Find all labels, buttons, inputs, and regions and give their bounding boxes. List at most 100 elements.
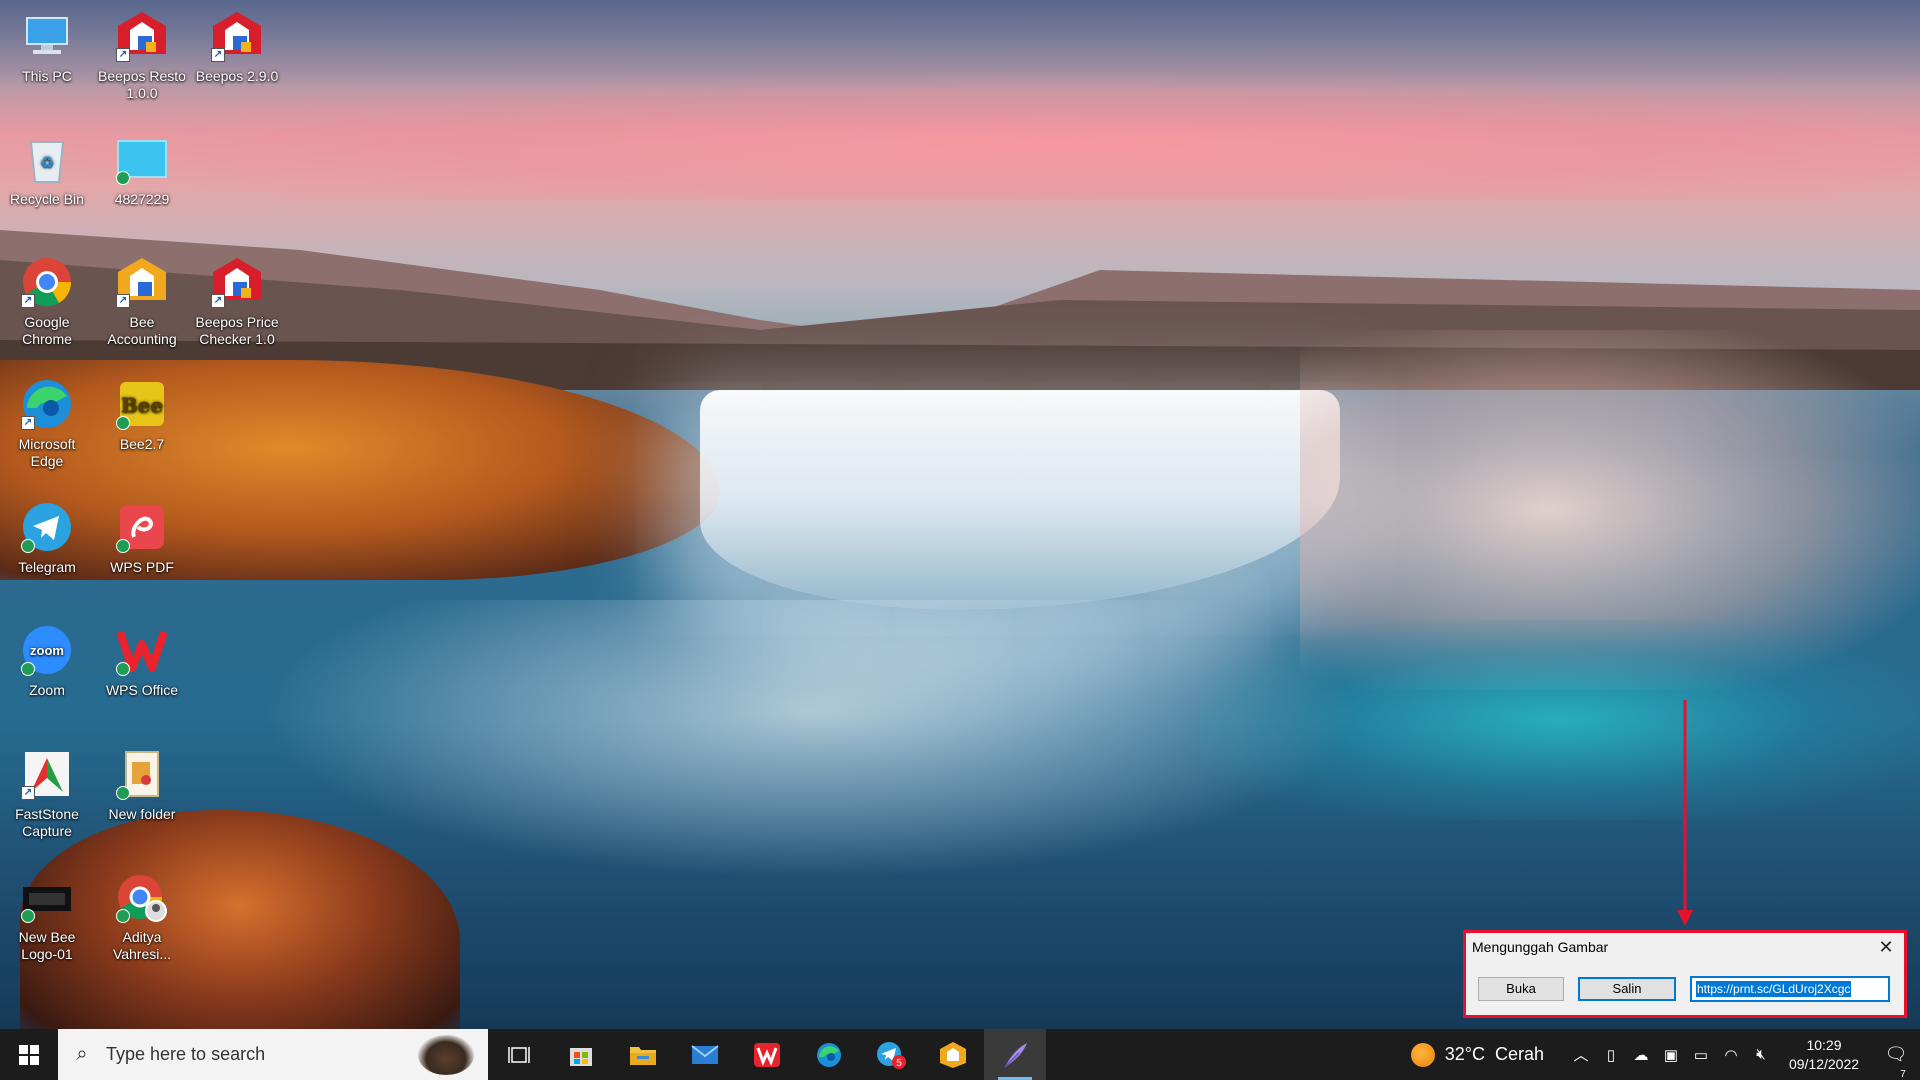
- security-icon[interactable]: ▣: [1656, 1046, 1686, 1064]
- desktop-icon-new-folder[interactable]: New folder: [97, 740, 187, 823]
- desktop-icon-beepos-resto[interactable]: ↗ Beepos Resto 1.0.0: [97, 2, 187, 102]
- desktop-icon-label: Beepos 2.9.0: [195, 68, 279, 84]
- desktop-icon-label: New folder: [108, 806, 176, 822]
- cloud-icon[interactable]: ☁: [1626, 1046, 1656, 1064]
- desktop-icon-beepos[interactable]: ↗ Beepos 2.9.0: [192, 2, 282, 85]
- desktop-icon-4827229[interactable]: 4827229: [97, 125, 187, 208]
- start-button[interactable]: [0, 1029, 58, 1080]
- desktop-icon-label: Zoom: [29, 682, 65, 698]
- desktop-icon-bee27[interactable]: Bee Bee2.7: [97, 370, 187, 453]
- weather-widget[interactable]: 32°C Cerah: [1410, 1042, 1544, 1067]
- url-field[interactable]: https://prnt.sc/GLdUroj2Xcgc: [1690, 976, 1890, 1002]
- weather-temperature: 32°C: [1444, 1044, 1485, 1064]
- desktop-icon-label: Beepos Resto 1.0.0: [98, 68, 186, 101]
- task-view-icon: [508, 1046, 530, 1063]
- svg-text:♻: ♻: [40, 153, 54, 172]
- desktop-icon-recycle-bin[interactable]: ♻ Recycle Bin: [2, 125, 92, 208]
- shortcut-arrow-icon: ↗: [116, 294, 130, 308]
- desktop-icon-bee-accounting[interactable]: ↗ Bee Accounting: [97, 248, 187, 348]
- taskbar-edge[interactable]: [798, 1029, 860, 1080]
- upload-dialog: Mengunggah Gambar ✕ Buka Salin https://p…: [1466, 933, 1904, 1015]
- open-button[interactable]: Buka: [1478, 977, 1564, 1001]
- desktop-icon-google-chrome[interactable]: ↗ Google Chrome: [2, 248, 92, 348]
- beepos-icon: ↗: [209, 254, 265, 310]
- clock-date: 09/12/2022: [1788, 1055, 1860, 1072]
- notification-count: 7: [1896, 1068, 1910, 1080]
- shortcut-arrow-icon: ↗: [21, 294, 35, 308]
- desktop-icon-label: FastStone Capture: [15, 806, 79, 839]
- shortcut-arrow-icon: ↗: [211, 48, 225, 62]
- taskbar-mail[interactable]: [674, 1029, 736, 1080]
- url-text: https://prnt.sc/GLdUroj2Xcgc: [1696, 981, 1852, 997]
- chrome-icon: ↗: [19, 254, 75, 310]
- bee-icon: Bee: [114, 376, 170, 432]
- search-highlight-image: [418, 1035, 474, 1075]
- desktop-icon-new-bee-logo[interactable]: New Bee Logo-01: [2, 863, 92, 963]
- search-placeholder: Type here to search: [106, 1044, 266, 1064]
- sync-check-icon: [116, 171, 130, 185]
- close-icon[interactable]: ✕: [1874, 935, 1898, 959]
- desktop-icon-label: Microsoft Edge: [18, 436, 76, 469]
- clock[interactable]: 10:29 09/12/2022: [1776, 1036, 1872, 1074]
- taskbar-search-box[interactable]: ⌕ Type here to search: [58, 1029, 488, 1080]
- shortcut-arrow-icon: ↗: [21, 416, 35, 430]
- notification-icon: 🗨︎: [1884, 1044, 1908, 1064]
- shortcut-arrow-icon: ↗: [211, 294, 225, 308]
- sync-check-icon: [116, 416, 130, 430]
- desktop-icon-telegram[interactable]: Telegram: [2, 493, 92, 576]
- bee-accounting-icon: ↗: [114, 254, 170, 310]
- wallpaper-foam: [260, 600, 1360, 880]
- clock-time: 10:29: [1806, 1036, 1842, 1053]
- device-icon[interactable]: ▯: [1596, 1046, 1626, 1064]
- taskbar-telegram[interactable]: 5: [860, 1029, 922, 1080]
- edge-icon: [817, 1042, 841, 1067]
- sync-check-icon: [21, 539, 35, 553]
- desktop-icon-microsoft-edge[interactable]: ↗ Microsoft Edge: [2, 370, 92, 470]
- telegram-icon: 5: [877, 1041, 906, 1069]
- chevron-up-icon[interactable]: ︿: [1566, 1044, 1596, 1065]
- file-explorer-icon: [630, 1046, 656, 1065]
- copy-button[interactable]: Salin: [1578, 977, 1676, 1001]
- desktop-icon-label: This PC: [22, 68, 72, 84]
- taskbar-store[interactable]: [550, 1029, 612, 1080]
- battery-icon[interactable]: ▭: [1686, 1046, 1716, 1064]
- sync-check-icon: [116, 662, 130, 676]
- wifi-icon[interactable]: ◠: [1716, 1046, 1746, 1064]
- image-file-icon: [19, 869, 75, 925]
- taskbar: ⌕ Type here to search 5 32°C Cerah ︿ ▯ ☁…: [0, 1029, 1920, 1080]
- taskbar-wps-office[interactable]: [736, 1029, 798, 1080]
- chrome-profile-icon: [114, 869, 170, 925]
- desktop-icon-beepos-price-checker[interactable]: ↗ Beepos Price Checker 1.0: [192, 248, 282, 348]
- shortcut-arrow-icon: ↗: [21, 786, 35, 800]
- feather-icon: [1004, 1042, 1027, 1068]
- zoom-icon: zoom: [19, 622, 75, 678]
- desktop-icon-aditya-profile[interactable]: Aditya Vahresi...: [97, 863, 187, 963]
- wallpaper-clouds: [0, 70, 1920, 200]
- notification-button[interactable]: 🗨︎ 7: [1872, 1044, 1920, 1080]
- dialog-title: Mengunggah Gambar: [1472, 939, 1609, 955]
- desktop-icon-faststone-capture[interactable]: ↗ FastStone Capture: [2, 740, 92, 840]
- wps-pdf-icon: [114, 499, 170, 555]
- desktop-icon-this-pc[interactable]: This PC: [2, 2, 92, 85]
- windows-logo-icon: [19, 1044, 39, 1065]
- taskbar-feather-app[interactable]: [984, 1029, 1046, 1080]
- volume-muted-icon[interactable]: 🔇︎: [1746, 1046, 1776, 1063]
- wps-office-icon: [754, 1042, 780, 1067]
- desktop-icon-wps-pdf[interactable]: WPS PDF: [97, 493, 187, 576]
- desktop-icon-wps-office[interactable]: WPS Office: [97, 616, 187, 699]
- desktop-icon-label: WPS Office: [105, 682, 179, 698]
- desktop-icon-label: Bee Accounting: [107, 314, 177, 347]
- desktop-wallpaper: [0, 0, 1920, 1029]
- taskbar-bee-accounting[interactable]: [922, 1029, 984, 1080]
- sync-check-icon: [116, 786, 130, 800]
- beepos-icon: ↗: [209, 8, 265, 64]
- computer-icon: [19, 8, 75, 64]
- desktop-icon-label: New Bee Logo-01: [18, 929, 76, 962]
- desktop-icon-label: WPS PDF: [110, 559, 174, 575]
- desktop-icon-zoom[interactable]: zoom Zoom: [2, 616, 92, 699]
- bee-accounting-icon: [940, 1041, 966, 1068]
- taskbar-task-view[interactable]: [488, 1029, 550, 1080]
- mail-icon: [691, 1044, 719, 1064]
- wps-office-icon: [114, 622, 170, 678]
- taskbar-file-explorer[interactable]: [612, 1029, 674, 1080]
